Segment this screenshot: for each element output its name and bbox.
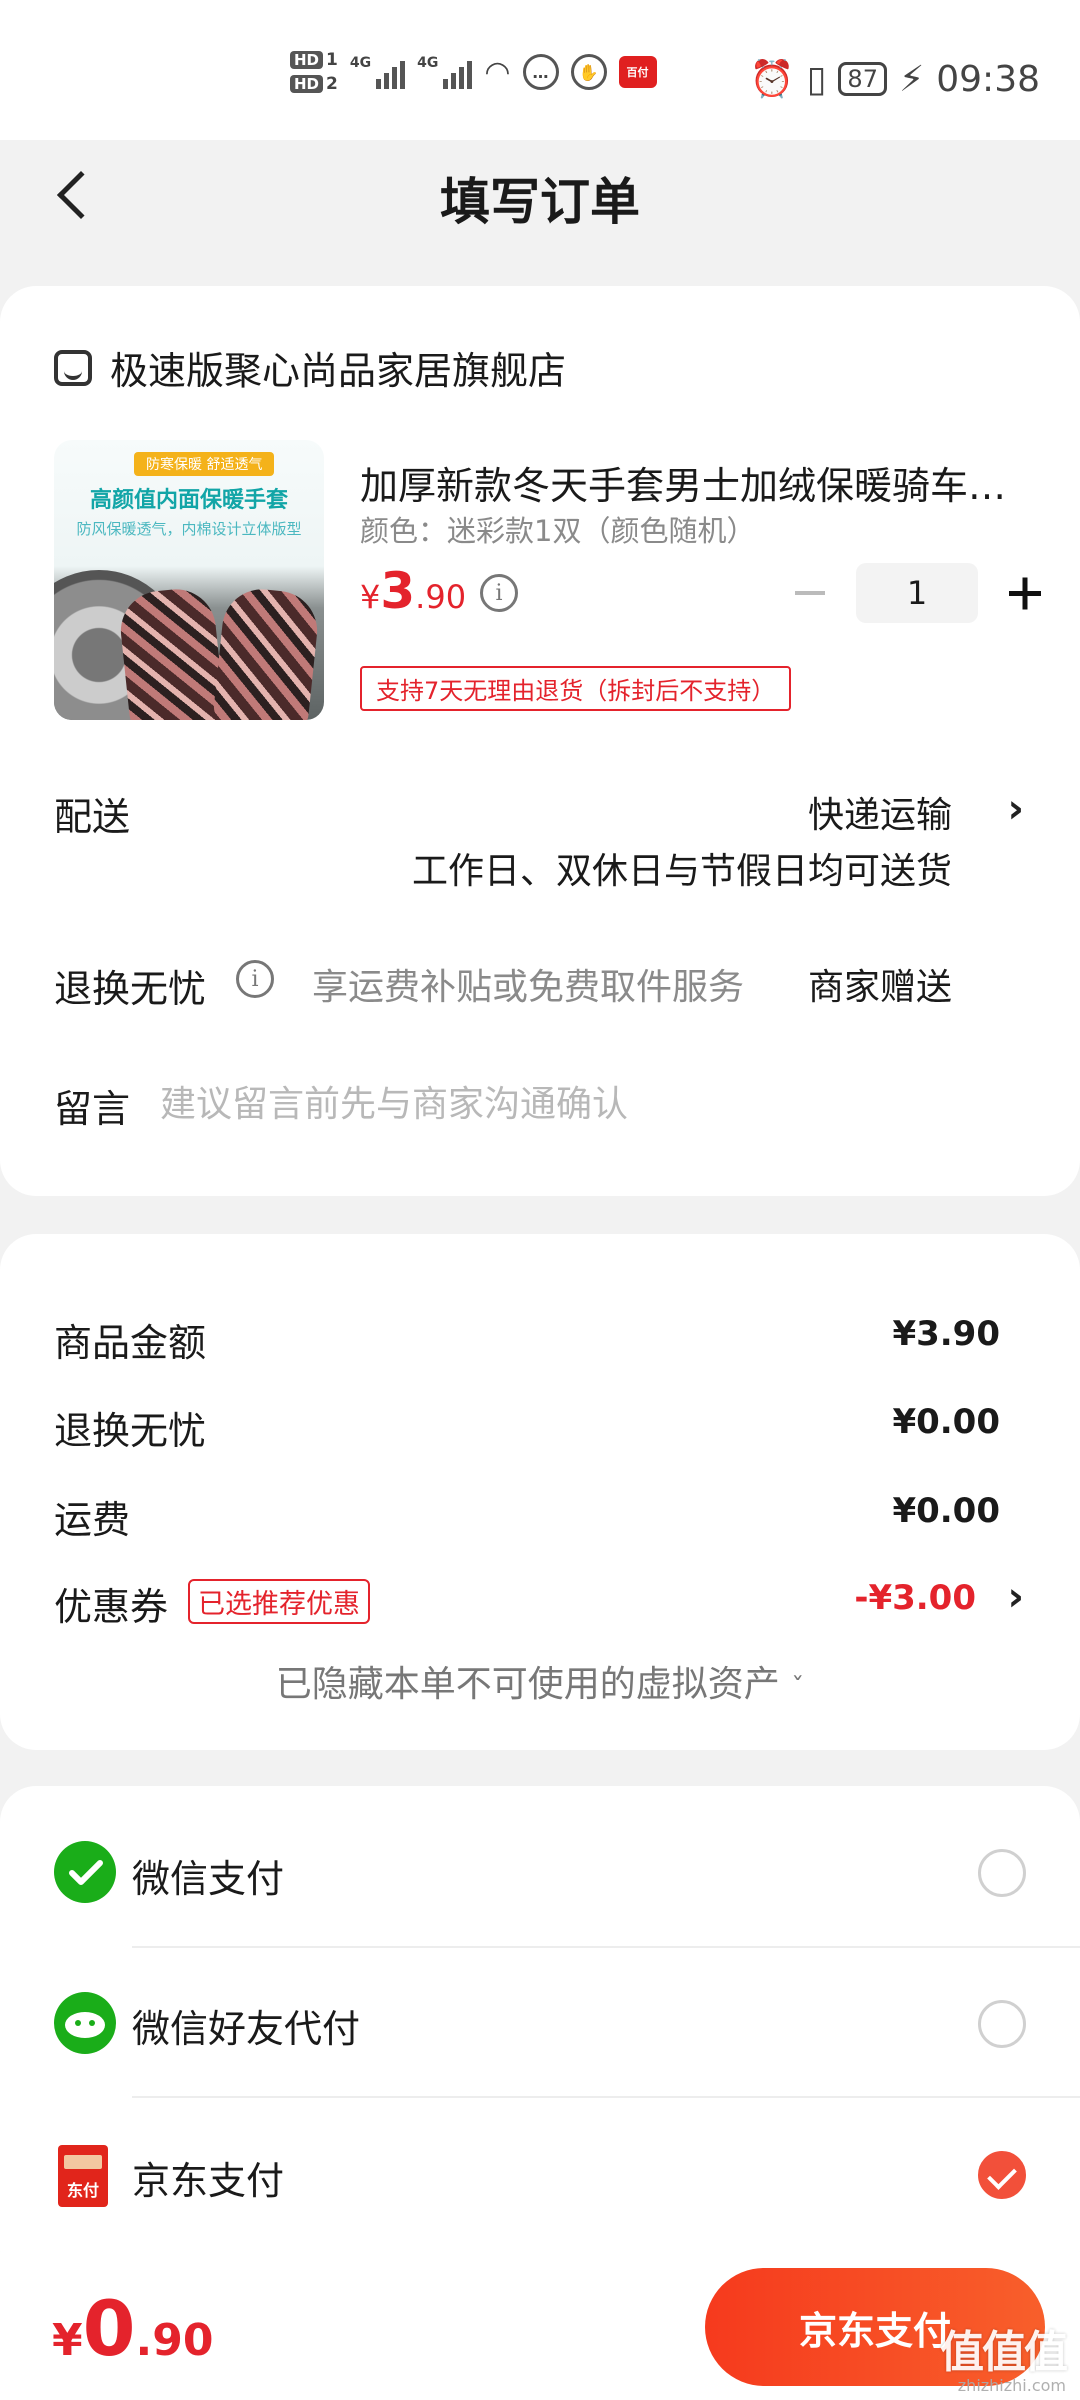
hand-notification-icon: ✋ bbox=[570, 54, 607, 90]
payment-option-jd[interactable]: 京东支付 bbox=[132, 2150, 284, 2205]
watermark: 值值值 zhizhizhi.com bbox=[940, 2316, 1068, 2395]
payment-option-wechat[interactable]: 微信支付 bbox=[132, 1848, 284, 1903]
hidden-assets-text: 已隐藏本单不可使用的虚拟资产 bbox=[275, 1664, 780, 1705]
jd-pay-radio[interactable] bbox=[978, 2151, 1026, 2199]
minus-icon bbox=[795, 591, 825, 595]
alarm-icon: ⏰ bbox=[749, 59, 795, 100]
glove-right-graphic bbox=[211, 585, 322, 720]
chevron-down-icon: ˇ bbox=[791, 1673, 805, 1703]
payment-option-wechat-friend[interactable]: 微信好友代付 bbox=[132, 1998, 360, 2053]
product-title[interactable]: 加厚新款冬天手套男士加绒保暖骑车… bbox=[360, 455, 1040, 510]
total-amount: ¥0.90 bbox=[52, 2284, 214, 2373]
divider bbox=[132, 2096, 1080, 2098]
wifi-icon: ◠ bbox=[484, 54, 511, 90]
coupon-tag[interactable]: 已选推荐优惠 bbox=[188, 1579, 370, 1624]
product-price: ¥3.90 bbox=[360, 562, 467, 620]
watermark-url: zhizhizhi.com bbox=[957, 2376, 1066, 2395]
signal-1-icon: 4G bbox=[350, 55, 406, 89]
delivery-method[interactable]: 快递运输 bbox=[808, 786, 952, 838]
battery-icon: 87 bbox=[838, 62, 887, 96]
return-fee-value: ¥0.00 bbox=[892, 1402, 1000, 1442]
shipping-value: ¥0.00 bbox=[892, 1491, 1000, 1531]
wechat-pay-icon bbox=[54, 1841, 116, 1903]
status-left: HD 1 HD 2 4G 4G ◠ … ✋ 百付 bbox=[290, 50, 657, 94]
wechat-friend-pay-icon bbox=[54, 1992, 116, 2054]
page-title: 填写订单 bbox=[440, 173, 640, 231]
return-service-value: 商家赠送 bbox=[807, 967, 952, 1008]
delivery-label: 配送 bbox=[54, 795, 131, 839]
store-row[interactable]: 极速版聚心尚品家居旗舰店 bbox=[54, 340, 566, 395]
coupon-value[interactable]: -¥3.00 bbox=[854, 1578, 976, 1618]
quantity-input[interactable]: 1 bbox=[856, 563, 978, 623]
hd1-icon: HD 1 bbox=[290, 50, 338, 70]
quantity-stepper: 1 bbox=[780, 563, 1054, 623]
product-image-tag: 防寒保暖 舒适透气 bbox=[134, 452, 275, 476]
hd2-icon: HD 2 bbox=[290, 74, 338, 94]
return-service-info-icon[interactable]: i bbox=[236, 960, 274, 998]
goods-amount-value: ¥3.90 bbox=[892, 1314, 1000, 1354]
status-right: ⏰ ▯ 87 ⚡ 09:38 bbox=[749, 58, 1040, 101]
delivery-note: 工作日、双休日与节假日均可送货 bbox=[411, 851, 952, 892]
charging-icon: ⚡ bbox=[898, 58, 925, 100]
glove-left-graphic bbox=[116, 585, 227, 720]
delivery-chevron-icon[interactable]: › bbox=[1008, 786, 1024, 832]
hidden-assets-toggle[interactable]: 已隐藏本单不可使用的虚拟资产 ˇ bbox=[0, 1655, 1080, 1707]
product-spec[interactable]: 颜色：迷彩款1双（颜色随机） bbox=[360, 508, 755, 550]
wechat-friend-pay-radio[interactable] bbox=[978, 2000, 1026, 2048]
goods-amount-label: 商品金额 bbox=[54, 1321, 207, 1365]
store-name: 极速版聚心尚品家居旗舰店 bbox=[110, 349, 567, 393]
jd-pay-icon: 东付 bbox=[58, 2145, 108, 2207]
product-image-headline: 高颜值内面保暖手套 bbox=[89, 488, 288, 513]
return-policy-badge: 支持7天无理由退货（拆封后不支持） bbox=[360, 666, 792, 711]
pay-app-notification-icon: 百付 bbox=[618, 56, 657, 88]
wechat-pay-radio[interactable] bbox=[978, 1849, 1026, 1897]
watermark-logo: 值值值 bbox=[940, 2327, 1068, 2378]
vibrate-icon: ▯ bbox=[806, 58, 827, 100]
decrease-button[interactable] bbox=[780, 563, 840, 623]
signal-2-icon: 4G bbox=[417, 55, 473, 89]
store-icon bbox=[54, 349, 92, 386]
return-service-desc: 享运费补贴或免费取件服务 bbox=[312, 967, 745, 1008]
coupon-label[interactable]: 优惠券 bbox=[54, 1576, 168, 1631]
product-image-subtitle: 防风保暖透气，内棉设计立体版型 bbox=[76, 520, 302, 538]
divider bbox=[132, 1946, 1080, 1948]
price-info-icon[interactable]: i bbox=[480, 574, 518, 612]
increase-button[interactable] bbox=[994, 563, 1054, 623]
jd-pay-icon-stripe bbox=[64, 2155, 102, 2169]
shipping-label: 运费 bbox=[54, 1498, 131, 1542]
coupon-chevron-icon[interactable]: › bbox=[1008, 1574, 1024, 1620]
message-label: 留言 bbox=[54, 1087, 131, 1131]
return-service-label: 退换无忧 bbox=[54, 967, 207, 1011]
clock: 09:38 bbox=[936, 58, 1040, 100]
checkout-bar: ¥0.90 京东支付 bbox=[0, 2252, 1080, 2400]
product-image[interactable]: 防寒保暖 舒适透气 高颜值内面保暖手套 防风保暖透气，内棉设计立体版型 bbox=[54, 440, 324, 720]
return-fee-label: 退换无忧 bbox=[54, 1409, 207, 1453]
status-bar: HD 1 HD 2 4G 4G ◠ … ✋ 百付 ⏰ ▯ 87 ⚡ 09:38 bbox=[0, 0, 1080, 140]
wechat-notification-icon: … bbox=[522, 54, 559, 90]
hd-indicators: HD 1 HD 2 bbox=[290, 50, 338, 94]
order-card bbox=[0, 286, 1080, 1196]
message-input[interactable] bbox=[160, 1074, 1020, 1134]
